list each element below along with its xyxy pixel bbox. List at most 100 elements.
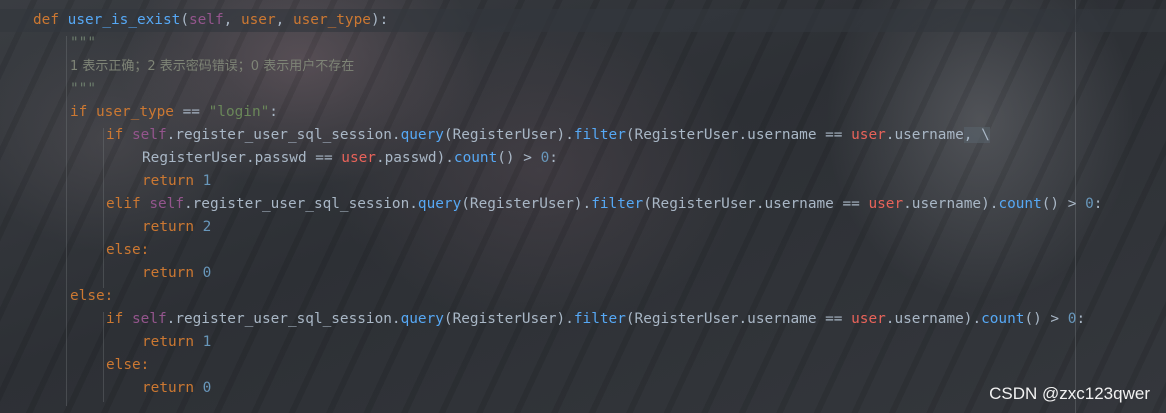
- eq-operator: ==: [173, 104, 209, 120]
- return-keyword: return: [142, 219, 194, 235]
- code-line[interactable]: """: [0, 32, 96, 55]
- code-line[interactable]: return 1: [0, 170, 211, 193]
- login-string: "login": [208, 104, 270, 120]
- user-var: user: [868, 196, 904, 212]
- comma: ,: [275, 12, 293, 28]
- code-editor[interactable]: def user_is_exist(self, user, user_type)…: [0, 0, 1166, 413]
- colon: :: [269, 104, 278, 120]
- code-line[interactable]: return 0: [0, 262, 211, 285]
- return-keyword: return: [142, 173, 194, 189]
- code-line[interactable]: 1 表示正确；2 表示密码错误；0 表示用户不存在: [0, 55, 354, 78]
- session-attr: .register_user_sql_session.: [166, 311, 401, 327]
- user-type-param: user_type: [292, 12, 371, 28]
- username-attr: .username: [885, 311, 964, 327]
- return-keyword: return: [142, 380, 194, 396]
- close-paren: ).: [963, 311, 982, 327]
- elif-keyword: elif: [106, 196, 141, 212]
- code-line[interactable]: if self.register_user_sql_session.query(…: [0, 124, 990, 147]
- count-call: count: [981, 311, 1025, 327]
- query-call: query: [417, 196, 462, 212]
- code-line[interactable]: elif self.register_user_sql_session.quer…: [0, 193, 1102, 216]
- zero-number: 0: [540, 150, 550, 166]
- code-line[interactable]: else:: [0, 239, 149, 262]
- line-continuation: \: [981, 127, 990, 143]
- filter-call: filter: [573, 311, 626, 327]
- count-tail: () >: [497, 150, 541, 166]
- passwd-condition: RegisterUser.passwd ==: [142, 150, 342, 166]
- docstring-text: 1 表示正确；2 表示密码错误；0 表示用户不存在: [70, 59, 355, 74]
- else-keyword: else:: [106, 242, 150, 258]
- close-paren: ).: [981, 196, 999, 212]
- code-line[interactable]: RegisterUser.passwd == user.passwd).coun…: [0, 147, 558, 170]
- user-var: user: [851, 127, 886, 143]
- self-ref: self: [132, 311, 167, 327]
- register-user-arg: (RegisterUser).: [443, 127, 574, 143]
- passwd-attr: .passwd).: [375, 150, 454, 166]
- code-line[interactable]: return 1: [0, 331, 211, 354]
- def-keyword: def: [33, 12, 59, 28]
- self-ref: self: [132, 127, 167, 143]
- zero-number: 0: [1085, 196, 1094, 212]
- self-param: self: [188, 12, 224, 28]
- colon: :: [549, 150, 558, 166]
- username-attr: .username: [885, 127, 964, 143]
- docstring-open: """: [70, 35, 96, 51]
- username-attr: .username: [903, 196, 982, 212]
- filter-arg: (RegisterUser.username ==: [625, 311, 852, 327]
- code-line[interactable]: return 0: [0, 377, 211, 400]
- else-keyword: else:: [70, 288, 114, 304]
- colon: :: [1076, 311, 1086, 327]
- colon: :: [1093, 196, 1103, 212]
- filter-arg: (RegisterUser.username ==: [643, 196, 869, 212]
- code-line[interactable]: return 2: [0, 216, 211, 239]
- count-tail: () >: [1024, 311, 1068, 327]
- user-type-var: user_type: [96, 104, 174, 120]
- return-value: 2: [202, 219, 212, 235]
- if-keyword: if: [106, 127, 124, 143]
- code-line[interactable]: if self.register_user_sql_session.query(…: [0, 308, 1085, 331]
- code-line[interactable]: else:: [0, 354, 149, 377]
- filter-arg: (RegisterUser.username ==: [625, 127, 852, 143]
- return-keyword: return: [142, 265, 194, 281]
- docstring-close: """: [70, 81, 96, 97]
- count-tail: () >: [1041, 196, 1086, 212]
- register-user-arg: (RegisterUser).: [443, 311, 574, 327]
- return-value: 1: [202, 334, 212, 350]
- code-line[interactable]: """: [0, 78, 96, 101]
- csdn-watermark: CSDN @zxc123qwer: [989, 384, 1150, 403]
- return-value: 0: [202, 265, 212, 281]
- user-var: user: [851, 311, 886, 327]
- return-value: 0: [202, 380, 212, 396]
- filter-call: filter: [573, 127, 626, 143]
- code-line[interactable]: else:: [0, 285, 113, 308]
- function-name: user_is_exist: [67, 12, 181, 28]
- signature-close: ):: [370, 12, 389, 28]
- code-line[interactable]: def user_is_exist(self, user, user_type)…: [0, 9, 1166, 32]
- return-keyword: return: [142, 334, 194, 350]
- self-ref: self: [149, 196, 184, 212]
- session-attr: .register_user_sql_session.: [166, 127, 401, 143]
- else-keyword: else:: [106, 357, 150, 373]
- code-line[interactable]: if user_type == "login":: [0, 101, 278, 124]
- session-attr: .register_user_sql_session.: [183, 196, 418, 212]
- count-call: count: [453, 150, 498, 166]
- if-keyword: if: [70, 104, 88, 120]
- return-value: 1: [202, 173, 212, 189]
- space: [972, 127, 982, 143]
- query-call: query: [400, 127, 444, 143]
- user-param: user: [240, 12, 276, 28]
- comma: ,: [223, 12, 241, 28]
- query-call: query: [400, 311, 444, 327]
- paren: (: [180, 12, 189, 28]
- filter-call: filter: [591, 196, 644, 212]
- count-call: count: [998, 196, 1042, 212]
